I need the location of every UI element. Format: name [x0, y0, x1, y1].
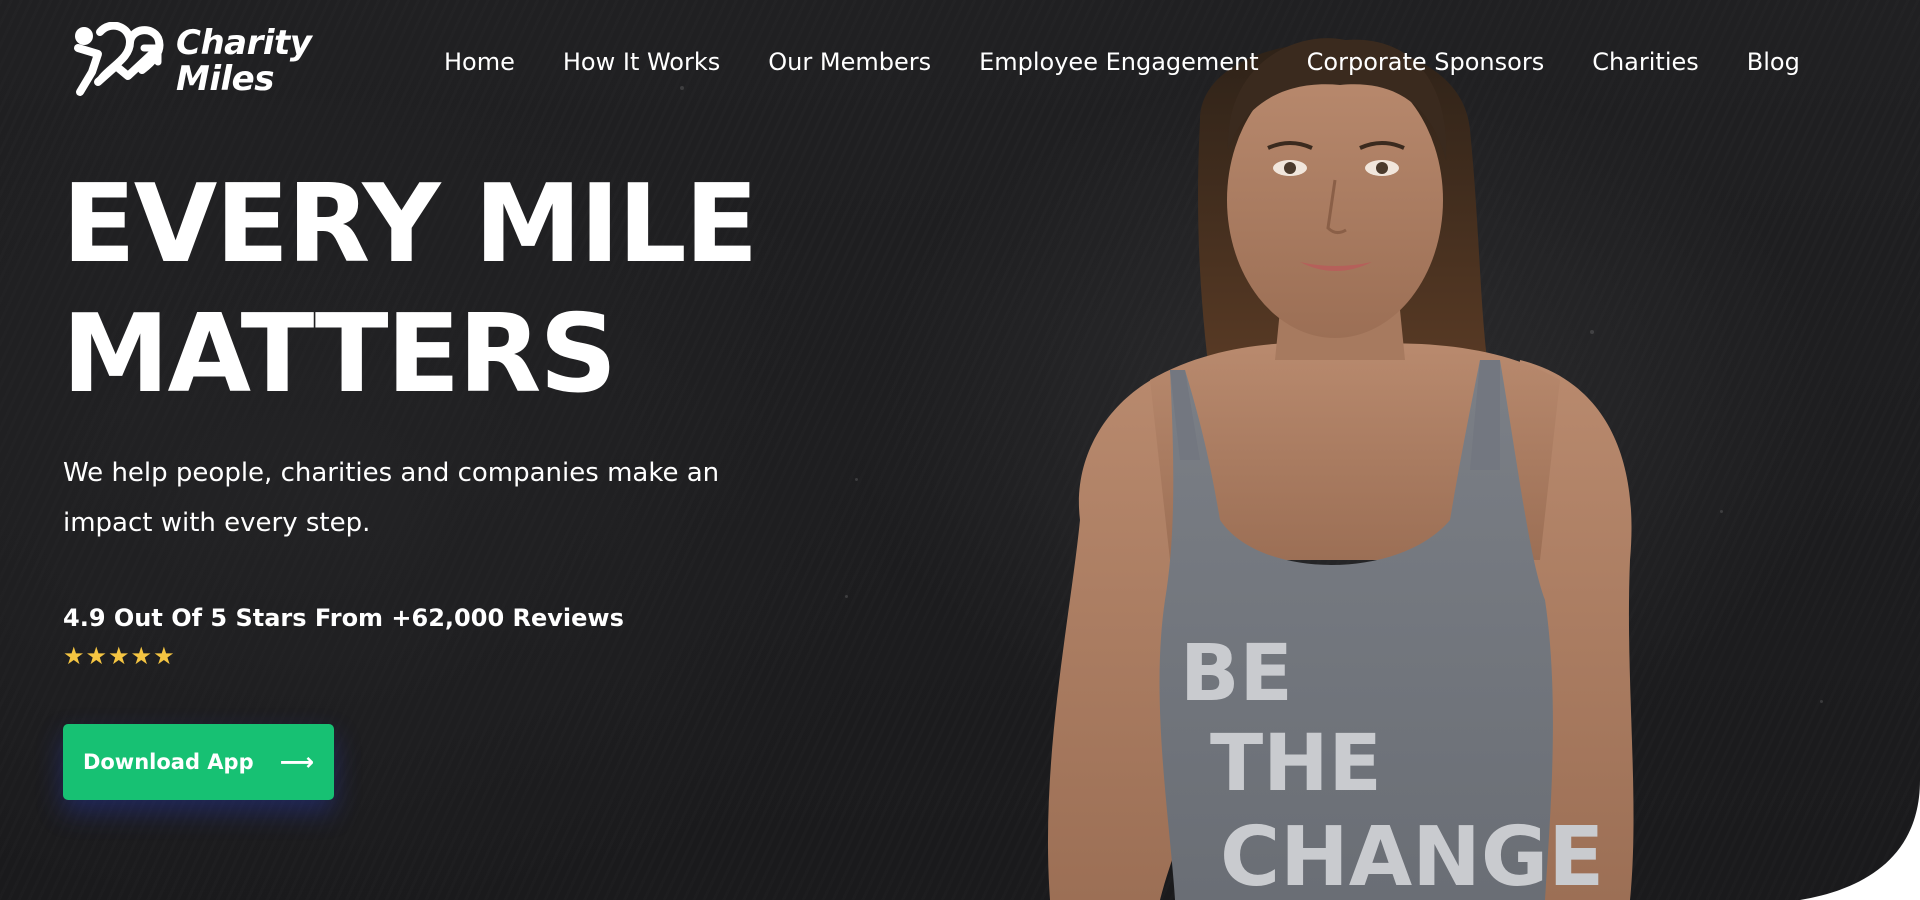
nav-link-how-it-works[interactable]: How It Works	[563, 48, 720, 76]
brand-name-line1: Charity	[176, 23, 312, 63]
brand-logo[interactable]: Charity Miles	[70, 22, 312, 100]
nav-link-employee-engagement[interactable]: Employee Engagement	[979, 48, 1259, 76]
download-app-button[interactable]: Download App ⟶	[63, 724, 334, 800]
shirt-print-line3: CHANGE	[1220, 810, 1604, 900]
hero-photo-woman: BE THE CHANGE	[1047, 38, 1634, 900]
brand-name: Charity Miles	[176, 23, 312, 99]
nav-link-home[interactable]: Home	[444, 48, 515, 76]
star-rating-icon: ★★★★★	[63, 643, 176, 670]
shirt-print-line2: THE	[1210, 719, 1382, 809]
hero-subtext: We help people, charities and companies …	[63, 458, 720, 538]
wall-speck	[1820, 700, 1823, 703]
brand-name-line2: Miles	[176, 59, 274, 99]
reviews-summary: 4.9 Out Of 5 Stars From +62,000 Reviews	[63, 604, 624, 632]
nav-link-corporate-sponsors[interactable]: Corporate Sponsors	[1307, 48, 1545, 76]
nav-link-our-members[interactable]: Our Members	[768, 48, 931, 76]
hero-headline-line1: EVERY MILE	[62, 162, 758, 287]
download-app-button-label: Download App	[82, 750, 254, 774]
arrow-right-icon: ⟶	[279, 748, 315, 776]
corner-curve-decoration	[1800, 780, 1920, 900]
wall-speck	[1720, 510, 1723, 513]
wall-speck	[855, 478, 858, 481]
shirt-print-line1: BE	[1180, 629, 1293, 719]
main-nav: Home How It Works Our Members Employee E…	[444, 48, 1800, 76]
wall-speck	[845, 595, 848, 598]
wall-speck	[680, 86, 684, 90]
nav-link-blog[interactable]: Blog	[1747, 48, 1800, 76]
hero-headline-line2: MATTERS	[62, 292, 617, 417]
running-heart-logo-icon	[74, 22, 164, 96]
hero-headline: EVERY MILE MATTERS	[62, 160, 842, 420]
nav-link-charities[interactable]: Charities	[1592, 48, 1699, 76]
